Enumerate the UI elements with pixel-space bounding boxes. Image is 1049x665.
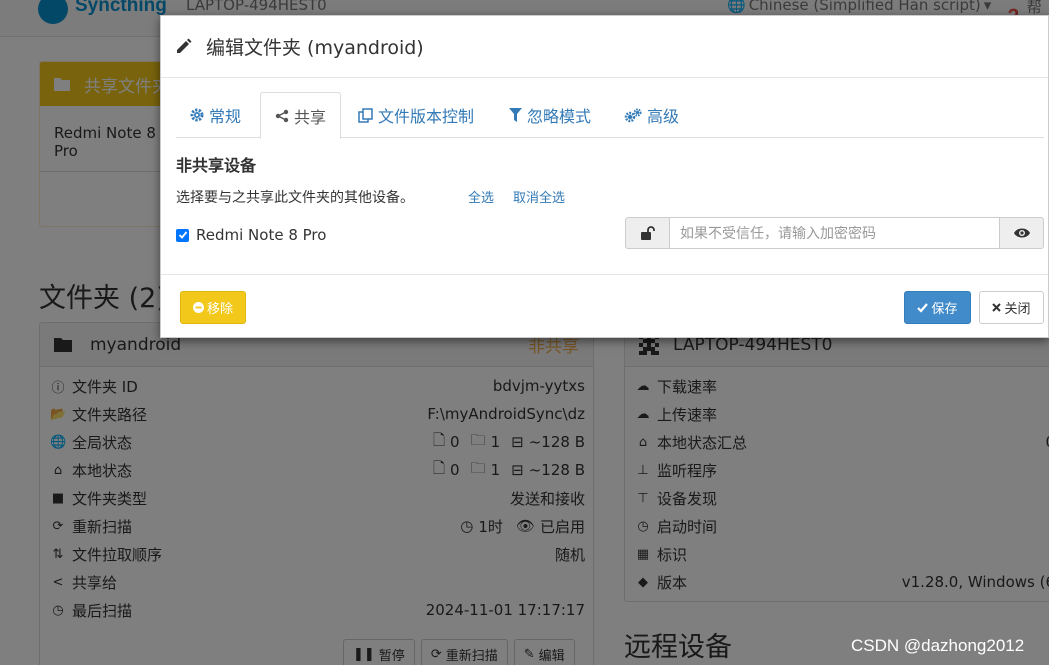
dialog-title: 编辑文件夹 (myandroid) bbox=[206, 37, 424, 59]
device-checkbox-label: Redmi Note 8 Pro bbox=[196, 226, 327, 244]
tab-general[interactable]: 常规 bbox=[176, 92, 255, 138]
remove-label: 移除 bbox=[206, 302, 233, 317]
tab-versioning[interactable]: 文件版本控制 bbox=[344, 92, 488, 138]
dialog-header: 编辑文件夹 (myandroid) bbox=[161, 16, 1048, 78]
save-label: 保存 bbox=[931, 302, 958, 317]
tab-sharing[interactable]: 共享 bbox=[260, 92, 342, 139]
watermark: CSDN @dazhong2012 bbox=[851, 636, 1025, 655]
check-icon bbox=[917, 302, 929, 313]
encryption-password-input[interactable]: 如果不受信任，请输入加密密码 bbox=[670, 217, 999, 249]
share-icon bbox=[275, 109, 289, 123]
tab-versioning-label: 文件版本控制 bbox=[378, 107, 475, 126]
unshared-devices-title: 非共享设备 bbox=[176, 156, 257, 175]
eye-icon[interactable] bbox=[999, 217, 1044, 249]
unlock-icon[interactable] bbox=[625, 217, 670, 249]
tab-advanced-label: 高级 bbox=[647, 107, 680, 126]
minus-circle-icon bbox=[192, 302, 204, 313]
filter-icon bbox=[509, 108, 522, 122]
device-checkbox[interactable] bbox=[176, 228, 189, 242]
device-share-option[interactable]: Redmi Note 8 Pro bbox=[176, 226, 326, 244]
share-help-text: 选择要与之共享此文件夹的其他设备。 bbox=[176, 190, 414, 206]
dialog-tabs: 常规 共享 文件版本控制 忽略模式 高级 bbox=[176, 92, 1044, 139]
close-button[interactable]: 关闭 bbox=[979, 291, 1044, 324]
tab-general-label: 常规 bbox=[209, 107, 242, 126]
select-all-link[interactable]: 全选 bbox=[468, 187, 494, 206]
copy-icon bbox=[358, 107, 373, 123]
gear-icon bbox=[190, 108, 204, 122]
deselect-all-link[interactable]: 取消全选 bbox=[513, 187, 565, 206]
dialog-footer: 移除 保存 关闭 bbox=[161, 274, 1048, 338]
tab-ignore-label: 忽略模式 bbox=[527, 107, 592, 126]
pencil-icon bbox=[175, 38, 192, 55]
remove-button[interactable]: 移除 bbox=[180, 291, 246, 324]
tab-sharing-label: 共享 bbox=[294, 107, 327, 127]
save-button[interactable]: 保存 bbox=[904, 291, 971, 324]
tab-advanced[interactable]: 高级 bbox=[610, 92, 693, 138]
close-icon bbox=[992, 303, 1002, 312]
edit-folder-dialog: 编辑文件夹 (myandroid) 常规 共享 文件版本控制 忽略模式 高级 非… bbox=[160, 15, 1049, 338]
tab-ignore-patterns[interactable]: 忽略模式 bbox=[495, 92, 605, 138]
encryption-password-group: 如果不受信任，请输入加密密码 bbox=[625, 217, 1044, 249]
close-label: 关闭 bbox=[1004, 302, 1031, 317]
gears-icon bbox=[624, 108, 642, 123]
